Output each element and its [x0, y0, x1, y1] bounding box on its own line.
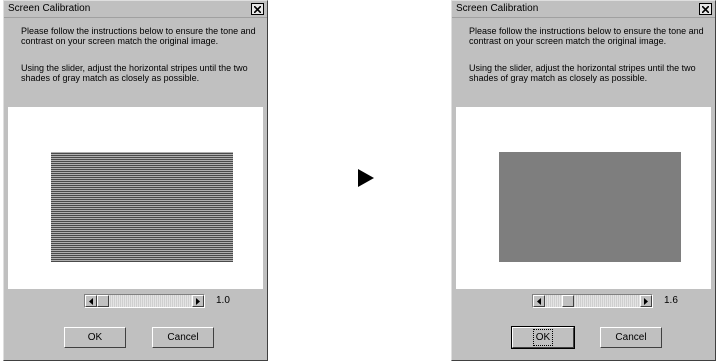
slider-track[interactable]: [97, 295, 192, 307]
close-icon: [702, 5, 709, 13]
cancel-button-label: Cancel: [167, 332, 199, 343]
calibration-swatch: [499, 152, 681, 262]
calibration-dialog-after: Screen Calibration Please follow the ins…: [451, 0, 716, 361]
dialog-title: Screen Calibration: [8, 3, 91, 14]
close-icon: [254, 5, 261, 13]
arrow-right-icon: [644, 297, 648, 305]
close-button[interactable]: [251, 3, 264, 15]
ok-button[interactable]: OK: [64, 327, 126, 348]
slider-left-button[interactable]: [533, 295, 545, 307]
calibration-canvas: [8, 107, 263, 289]
slider-left-button[interactable]: [85, 295, 97, 307]
close-button[interactable]: [699, 3, 712, 15]
ok-button-label: OK: [87, 332, 103, 343]
instruction-text: Please follow the instructions below to …: [469, 26, 704, 46]
slider-instruction-text: Using the slider, adjust the horizontal …: [21, 63, 248, 83]
dialog-title: Screen Calibration: [456, 3, 539, 14]
calibration-dialog-before: Screen Calibration Please follow the ins…: [3, 0, 268, 361]
title-bar: Screen Calibration: [4, 1, 267, 18]
calibration-swatch: [51, 152, 233, 262]
slider-value: 1.6: [664, 295, 678, 306]
play-arrow-icon: [358, 169, 374, 187]
slider-right-button[interactable]: [640, 295, 652, 307]
cancel-button[interactable]: Cancel: [600, 327, 662, 348]
instruction-text: Please follow the instructions below to …: [21, 26, 256, 46]
calibration-canvas: [456, 107, 711, 289]
slider-thumb[interactable]: [97, 295, 109, 307]
calibration-slider[interactable]: [532, 294, 653, 308]
slider-thumb[interactable]: [561, 295, 574, 307]
cancel-button[interactable]: Cancel: [152, 327, 214, 348]
calibration-slider[interactable]: [84, 294, 205, 308]
slider-track[interactable]: [545, 295, 640, 307]
slider-right-button[interactable]: [192, 295, 204, 307]
arrow-right-icon: [196, 297, 200, 305]
title-bar: Screen Calibration: [452, 1, 715, 18]
arrow-left-icon: [537, 297, 541, 305]
ok-button[interactable]: OK: [511, 326, 575, 349]
ok-button-label: OK: [532, 329, 554, 346]
cancel-button-label: Cancel: [615, 332, 647, 343]
slider-value: 1.0: [216, 295, 230, 306]
arrow-left-icon: [89, 297, 93, 305]
slider-instruction-text: Using the slider, adjust the horizontal …: [469, 63, 696, 83]
